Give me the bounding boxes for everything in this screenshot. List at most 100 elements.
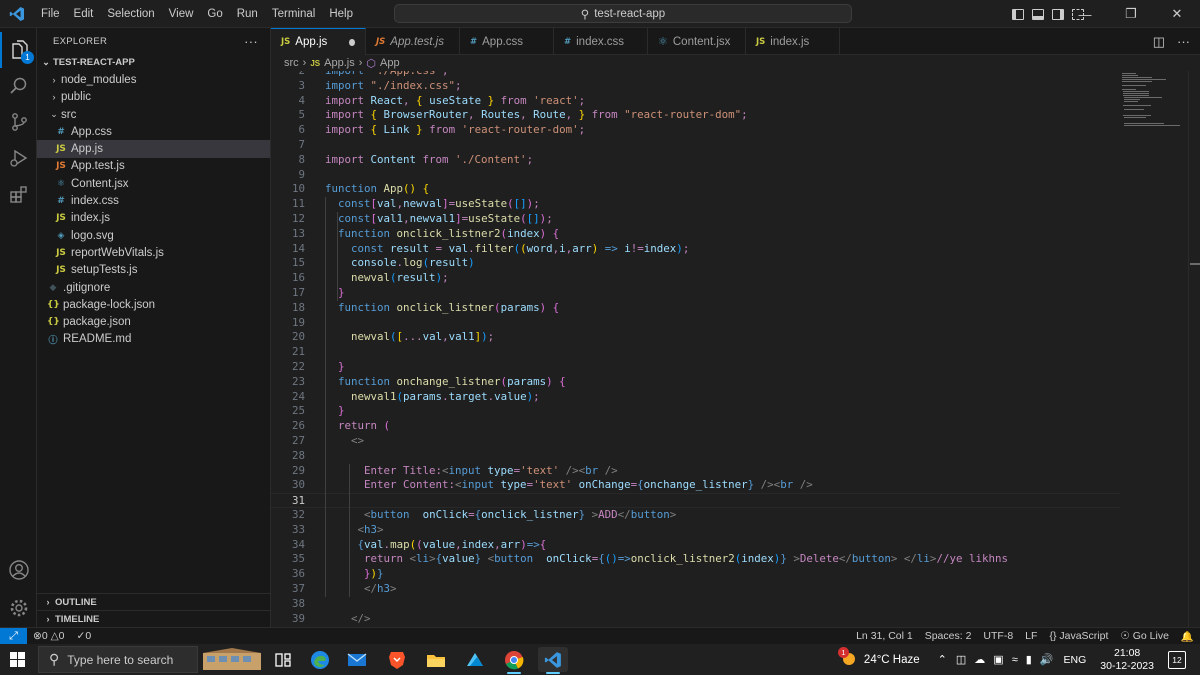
tab-index-css[interactable]: # index.css	[554, 28, 648, 55]
battery-icon[interactable]: ▮	[1026, 653, 1032, 666]
vscode-taskbar-icon[interactable]	[538, 647, 568, 674]
tree-file[interactable]: JS index.js	[37, 210, 270, 227]
weather-icon[interactable]: 1	[837, 647, 858, 669]
timeline-section[interactable]: › TIMELINE	[37, 610, 271, 627]
menu-selection[interactable]: Selection	[100, 0, 161, 28]
language-mode[interactable]: {} JavaScript	[1043, 630, 1114, 642]
tree-file[interactable]: # App.css	[37, 123, 270, 140]
close-button[interactable]: ✕	[1154, 0, 1200, 28]
accounts-icon[interactable]	[0, 552, 37, 588]
encoding[interactable]: UTF-8	[977, 630, 1019, 642]
code-editor[interactable]: 2 import "./App.css"; 3 import "./index.css…	[271, 71, 1120, 627]
split-editor-icon[interactable]: ◫	[1153, 34, 1165, 50]
task-view-icon[interactable]	[268, 647, 298, 672]
code-line[interactable]: 34 {val.map((value,index,arr)=>{	[271, 538, 1120, 553]
code-line[interactable]: 23 function onchange_listner(params) {	[271, 375, 1120, 390]
code-line[interactable]: 28	[271, 449, 1120, 464]
code-line[interactable]: 13 function onclick_listner2(index) {	[271, 227, 1120, 242]
show-hidden-icons-chevron-icon[interactable]: ⌃	[938, 653, 947, 666]
search-view-icon[interactable]	[0, 68, 37, 104]
breadcrumb-file[interactable]: App.js	[324, 57, 355, 69]
weather-text[interactable]: 24°C Haze	[864, 654, 920, 666]
wifi-icon[interactable]: ≈	[1012, 654, 1018, 666]
code-line[interactable]: 11 const[val,newval]=useState([]);	[271, 197, 1120, 212]
explorer-icon[interactable]: 1	[0, 32, 37, 68]
ports-indicator[interactable]: ✓0	[71, 630, 98, 642]
tree-folder[interactable]: › public	[37, 89, 270, 106]
code-line[interactable]: 32 <button onClick={onclick_listner} >AD…	[271, 508, 1120, 523]
project-root[interactable]: ⌄ TEST-REACT-APP	[37, 54, 270, 71]
cursor-position[interactable]: Ln 31, Col 1	[850, 630, 919, 642]
windows-start-icon[interactable]	[10, 652, 25, 670]
code-line[interactable]: 16 newval(result);	[271, 271, 1120, 286]
code-line[interactable]: 22 }	[271, 360, 1120, 375]
code-line[interactable]: 26 return (	[271, 419, 1120, 434]
unsaved-dot-icon[interactable]	[349, 38, 355, 46]
code-line[interactable]: 24 newval1(params.target.value);	[271, 390, 1120, 405]
menu-terminal[interactable]: Terminal	[265, 0, 322, 28]
code-line[interactable]: 3 import "./index.css";	[271, 79, 1120, 94]
brave-browser-icon[interactable]	[382, 647, 412, 672]
code-line[interactable]: 18 function onclick_listner(params) {	[271, 301, 1120, 316]
toggle-panel-icon[interactable]	[1032, 8, 1044, 20]
tree-file[interactable]: ⚛ Content.jsx	[37, 175, 270, 192]
onedrive-cloud-icon[interactable]: ☁	[974, 653, 985, 666]
minimize-button[interactable]: —	[1062, 0, 1108, 28]
tree-file[interactable]: {} package-lock.json	[37, 296, 270, 313]
extensions-icon[interactable]	[0, 176, 37, 212]
mail-icon[interactable]	[342, 647, 372, 672]
volume-icon[interactable]: 🔊	[1040, 653, 1054, 666]
end-of-line[interactable]: LF	[1019, 630, 1043, 642]
code-line[interactable]: 19	[271, 316, 1120, 331]
code-line[interactable]: 36 })}	[271, 567, 1120, 582]
remote-icon[interactable]: ⤢	[0, 627, 27, 645]
code-line[interactable]: 29 Enter Title:<input type='text' /><br …	[271, 464, 1120, 479]
chrome-browser-icon[interactable]	[499, 647, 529, 674]
manage-gear-icon[interactable]	[0, 590, 37, 626]
outline-section[interactable]: › OUTLINE	[37, 593, 271, 610]
restore-button[interactable]: ❐	[1108, 0, 1154, 28]
tree-file[interactable]: JS App.test.js	[37, 158, 270, 175]
code-line[interactable]: 38	[271, 597, 1120, 612]
tab-index-js[interactable]: JS index.js	[746, 28, 840, 55]
breadcrumb-symbol[interactable]: App	[380, 57, 400, 69]
tree-file[interactable]: ⓘ README.md	[37, 331, 270, 348]
clock[interactable]: 21:08 30-12-2023	[1100, 647, 1154, 673]
code-line[interactable]: 27 <>	[271, 434, 1120, 449]
more-actions-icon[interactable]: ···	[1177, 34, 1190, 49]
tree-folder[interactable]: ⌄ src	[37, 106, 270, 123]
tree-file[interactable]: ◆ .gitignore	[37, 279, 270, 296]
code-line[interactable]: 9	[271, 168, 1120, 183]
editor-scrollbar[interactable]	[1188, 71, 1200, 627]
tree-file[interactable]: {} package.json	[37, 313, 270, 330]
notifications-bell-icon[interactable]: 🔔	[1175, 630, 1200, 643]
tab-app-css[interactable]: # App.css	[460, 28, 554, 55]
code-line[interactable]: 39 </>	[271, 612, 1120, 627]
code-line[interactable]: 25 }	[271, 404, 1120, 419]
file-explorer-icon[interactable]	[421, 647, 451, 672]
command-center-search[interactable]: ⚲ test-react-app	[394, 4, 852, 23]
tab-content-jsx[interactable]: ⚛ Content.jsx	[648, 28, 746, 55]
problems-indicator[interactable]: ⊗0 △0	[27, 630, 71, 642]
breadcrumb-folder[interactable]: src	[284, 57, 299, 69]
edge-browser-icon[interactable]	[305, 647, 335, 672]
menu-go[interactable]: Go	[200, 0, 229, 28]
code-line[interactable]: 6 import { Link } from 'react-router-dom'…	[271, 123, 1120, 138]
photos-app-icon[interactable]	[460, 647, 490, 672]
code-line[interactable]: 12 const[val1,newval1]=useState([]);	[271, 212, 1120, 227]
tree-folder[interactable]: › node_modules	[37, 71, 270, 88]
menu-file[interactable]: File	[34, 0, 67, 28]
taskbar-search-box[interactable]: ⚲ Type here to search	[38, 646, 198, 673]
display-icon[interactable]: ▣	[993, 653, 1003, 666]
tree-file[interactable]: JS reportWebVitals.js	[37, 244, 270, 261]
minimap[interactable]	[1120, 71, 1188, 627]
menu-edit[interactable]: Edit	[67, 0, 101, 28]
toggle-primary-sidebar-icon[interactable]	[1012, 8, 1024, 20]
meet-now-icon[interactable]: ◫	[956, 653, 966, 666]
indentation[interactable]: Spaces: 2	[919, 630, 978, 642]
code-line[interactable]: 30 Enter Content:<input type='text' onCh…	[271, 478, 1120, 493]
code-line[interactable]: 33 <h3>	[271, 523, 1120, 538]
code-line[interactable]: 10 function App() {	[271, 182, 1120, 197]
source-control-icon[interactable]	[0, 104, 37, 140]
code-line[interactable]: 21	[271, 345, 1120, 360]
